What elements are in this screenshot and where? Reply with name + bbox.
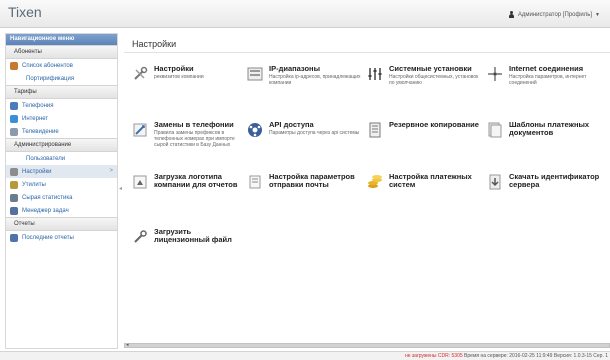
tv-icon	[10, 127, 18, 136]
settings-tile[interactable]: Настройка параметров отправки почты	[247, 173, 363, 209]
settings-tile[interactable]: IP-диапазоны Настройка ip-адресов, принад…	[247, 65, 363, 101]
settings-tile-description: Настройка параметров, интернет соединени…	[509, 74, 587, 86]
horizontal-scrollbar[interactable]: ◂	[124, 342, 610, 348]
sidebar-item-label: Настройки	[22, 168, 52, 175]
payment-icon	[367, 174, 383, 190]
stats-icon	[10, 193, 18, 202]
settings-tile-description: Параметры доступа через api системы	[269, 130, 360, 136]
sidebar-section-header[interactable]: Тарифы	[6, 85, 117, 99]
sidebar-item-label: Интернет	[22, 115, 49, 122]
license-icon	[132, 229, 148, 245]
settings-tile-title[interactable]: Резервное копирование	[389, 121, 479, 129]
mail-settings-icon	[247, 174, 263, 190]
tasks-icon	[10, 206, 18, 215]
phone-replace-icon	[132, 122, 148, 138]
scroll-left-icon[interactable]: ◂	[126, 342, 129, 348]
settings-tile[interactable]: Скачать идентификатор сервера	[487, 173, 603, 209]
status-footer: не загружены CDR: 5305 Время на сервере:…	[0, 351, 610, 360]
chevron-down-icon: ▼	[595, 11, 600, 18]
sidebar-item[interactable]: Сырая статистика	[6, 191, 117, 204]
download-icon	[487, 174, 503, 190]
settings-tile-title[interactable]: Загрузка логотипа компании для отчетов	[154, 173, 248, 189]
sidebar-item-label: Утилиты	[22, 181, 46, 188]
phone-icon	[10, 101, 18, 110]
settings-tile[interactable]: Шаблоны платежных документов	[487, 121, 603, 157]
sidebar-item-label: Портирификация	[26, 75, 75, 82]
sidebar-item[interactable]: Портирификация	[6, 72, 117, 85]
chevron-right-icon: >	[109, 168, 113, 174]
settings-tile[interactable]: Загрузка логотипа компании для отчетов	[132, 173, 248, 209]
logo-upload-icon	[132, 174, 148, 190]
sidebar-item-label: Последние отчеты	[22, 234, 74, 241]
settings-tile[interactable]: Настройки реквизитов компании	[132, 65, 248, 101]
sliders-icon	[367, 66, 383, 82]
sidebar-section-header[interactable]: Отчеты	[6, 217, 117, 231]
sidebar-header: Навигационное меню	[6, 34, 117, 45]
sidebar-item[interactable]: Утилиты	[6, 178, 117, 191]
tools-icon	[10, 180, 18, 189]
settings-tile-description: Настройка ip-адресов, принадлежащих комп…	[269, 74, 361, 86]
sidebar-item[interactable]: Пользователи	[6, 152, 117, 165]
sidebar-item[interactable]: Настройки >	[6, 165, 117, 178]
sidebar-item-label: Сырая статистика	[22, 194, 73, 201]
sidebar-item[interactable]: Список абонентов	[6, 59, 117, 72]
title-divider	[124, 52, 610, 53]
templates-icon	[487, 122, 503, 138]
top-bar: Tixen Администратор [Профиль] ▼	[0, 0, 610, 28]
sidebar-section-header[interactable]: Администрирование	[6, 138, 117, 152]
settings-tile-description: реквизитов компании	[154, 74, 204, 80]
sidebar-section-header[interactable]: Абоненты	[6, 45, 117, 59]
settings-tile-title[interactable]: Замены в телефонии	[154, 121, 248, 129]
user-icon	[508, 11, 515, 18]
main-content: Настройки Настройки реквизитов компании IP…	[124, 33, 610, 345]
settings-tile-title[interactable]: Настройки	[154, 65, 204, 73]
settings-tile[interactable]: API доступа Параметры доступа через api с…	[247, 121, 363, 157]
page-title: Настройки	[132, 39, 177, 49]
user-menu[interactable]: Администратор [Профиль] ▼	[508, 11, 600, 18]
sidebar-item[interactable]: Последние отчеты	[6, 231, 117, 244]
settings-tile[interactable]: Системные установки Настройки общесистемн…	[367, 65, 483, 101]
settings-tools-icon	[132, 66, 148, 82]
api-icon	[247, 122, 263, 138]
sidebar-item-label: Пользователи	[26, 155, 66, 162]
report-icon	[10, 233, 18, 242]
wrench-icon	[10, 167, 18, 176]
settings-tile[interactable]: Резервное копирование	[367, 121, 483, 157]
settings-tile-title[interactable]: Скачать идентификатор сервера	[509, 173, 603, 189]
settings-tile-description: Правила замены префиксов в телефонных но…	[154, 130, 235, 148]
settings-tile-title[interactable]: Настройка платежных систем	[389, 173, 483, 189]
network-icon	[487, 66, 503, 82]
settings-tile[interactable]: Настройка платежных систем	[367, 173, 483, 209]
sidebar-item-label: Менеджер задач	[22, 207, 69, 214]
globe-icon	[10, 114, 18, 123]
app-logo: Tixen	[8, 4, 42, 20]
settings-tile-title[interactable]: Internet соединения	[509, 65, 603, 73]
settings-tile-title[interactable]: Шаблоны платежных документов	[509, 121, 603, 137]
settings-tile-title[interactable]: Загрузить лицензионный файл	[154, 228, 248, 244]
settings-tile[interactable]: Замены в телефонии Правила замены префикс…	[132, 121, 248, 157]
sidebar-collapse-handle[interactable]: ◂	[119, 185, 123, 193]
sidebar-item[interactable]: Интернет	[6, 112, 117, 125]
settings-tile-title[interactable]: Системные установки	[389, 65, 483, 73]
user-menu-label: Администратор [Профиль]	[517, 11, 593, 18]
sidebar-item[interactable]: Менеджер задач	[6, 204, 117, 217]
sidebar-item-label: Телевидение	[22, 128, 59, 135]
ip-range-icon	[247, 66, 263, 82]
settings-tile-title[interactable]: IP-диапазоны	[269, 65, 363, 73]
cdr-warning[interactable]: не загружены CDR: 5305	[405, 353, 463, 359]
navigation-sidebar: Навигационное меню Абоненты Список абонен…	[5, 33, 118, 349]
server-info: Время на сервере: 2016-02-25 11:9:49 Вер…	[464, 353, 608, 359]
backup-icon	[367, 122, 383, 138]
sidebar-item[interactable]: Телефония	[6, 99, 117, 112]
settings-tile-description: Настройки общесистемных, установок по ум…	[389, 74, 479, 86]
settings-tile-title[interactable]: API доступа	[269, 121, 359, 129]
sidebar-item[interactable]: Телевидение	[6, 125, 117, 138]
sidebar-item-label: Телефония	[22, 102, 54, 109]
settings-tile-title[interactable]: Настройка параметров отправки почты	[269, 173, 363, 189]
settings-tile[interactable]: Internet соединения Настройка параметров,…	[487, 65, 603, 101]
sidebar-item-label: Список абонентов	[22, 62, 73, 69]
settings-tile[interactable]: Загрузить лицензионный файл	[132, 228, 248, 264]
users-icon	[10, 61, 18, 70]
